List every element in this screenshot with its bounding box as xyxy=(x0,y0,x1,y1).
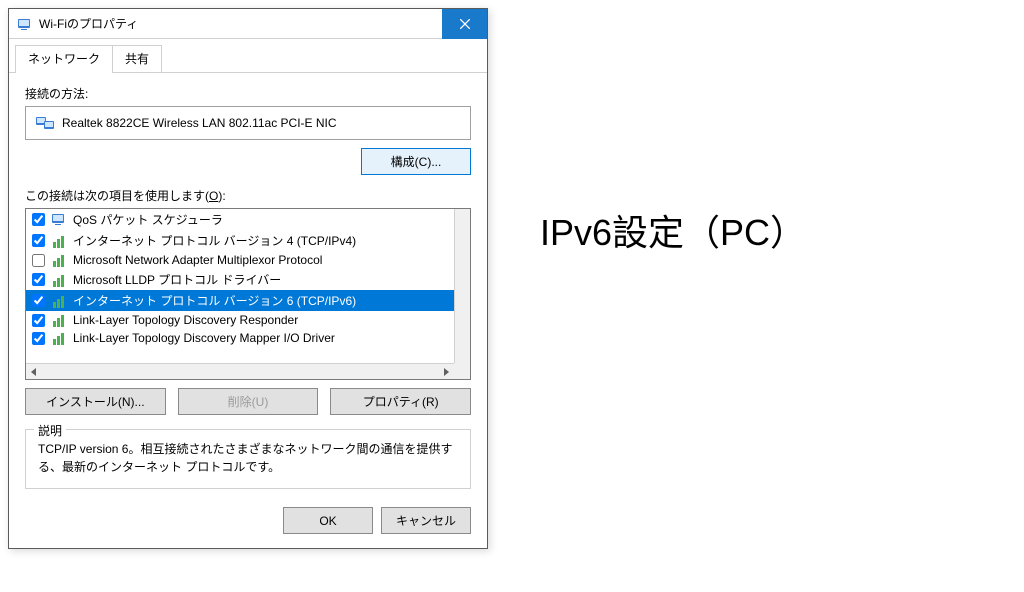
list-item-label: QoS パケット スケジューラ xyxy=(73,211,223,228)
protocol-icon xyxy=(51,313,67,327)
adapter-box: Realtek 8822CE Wireless LAN 802.11ac PCI… xyxy=(25,106,471,140)
connect-method-label: 接続の方法: xyxy=(25,85,471,102)
properties-button[interactable]: プロパティ(R) xyxy=(330,388,471,415)
list-item-checkbox[interactable] xyxy=(32,314,45,327)
list-item[interactable]: Microsoft LLDP プロトコル ドライバー xyxy=(26,269,454,290)
list-item-label: Link-Layer Topology Discovery Responder xyxy=(73,313,298,327)
list-item-checkbox[interactable] xyxy=(32,254,45,267)
list-item[interactable]: インターネット プロトコル バージョン 4 (TCP/IPv4) xyxy=(26,230,454,251)
dialog-body: 接続の方法: Realtek 8822CE Wireless LAN 802.1… xyxy=(9,73,487,548)
install-button[interactable]: インストール(N)... xyxy=(25,388,166,415)
list-item-label: Link-Layer Topology Discovery Mapper I/O… xyxy=(73,331,335,345)
page-title: IPv6設定（PC） xyxy=(540,204,806,256)
description-groupbox: 説明 TCP/IP version 6。相互接続されたさまざまなネットワーク間の… xyxy=(25,429,471,489)
adapter-name: Realtek 8822CE Wireless LAN 802.11ac PCI… xyxy=(62,116,337,130)
list-item[interactable]: Link-Layer Topology Discovery Responder xyxy=(26,311,454,329)
configure-button[interactable]: 構成(C)... xyxy=(361,148,471,175)
list-item-label: Microsoft LLDP プロトコル ドライバー xyxy=(73,271,281,288)
monitor-icon xyxy=(51,213,67,227)
protocol-icon xyxy=(51,294,67,308)
tab-bar: ネットワーク 共有 xyxy=(9,39,487,73)
protocol-icon xyxy=(51,273,67,287)
list-item-checkbox[interactable] xyxy=(32,273,45,286)
close-icon xyxy=(460,19,470,29)
list-item-checkbox[interactable] xyxy=(32,332,45,345)
list-item[interactable]: インターネット プロトコル バージョン 6 (TCP/IPv6) xyxy=(26,290,454,311)
description-text: TCP/IP version 6。相互接続されたさまざまなネットワーク間の通信を… xyxy=(38,440,458,476)
scroll-right-arrow[interactable] xyxy=(438,364,454,380)
network-adapter-icon xyxy=(36,115,54,131)
tab-network[interactable]: ネットワーク xyxy=(15,45,113,72)
tab-sharing[interactable]: 共有 xyxy=(112,45,162,72)
list-item[interactable]: Link-Layer Topology Discovery Mapper I/O… xyxy=(26,329,454,347)
list-item-checkbox[interactable] xyxy=(32,213,45,226)
network-items-listbox[interactable]: QoS パケット スケジューラインターネット プロトコル バージョン 4 (TC… xyxy=(25,208,471,380)
list-item-checkbox[interactable] xyxy=(32,294,45,307)
vertical-scrollbar[interactable] xyxy=(454,209,470,363)
protocol-icon xyxy=(51,253,67,267)
list-item-label: Microsoft Network Adapter Multiplexor Pr… xyxy=(73,253,322,267)
ok-button[interactable]: OK xyxy=(283,507,373,534)
titlebar: Wi-Fiのプロパティ xyxy=(9,9,487,39)
list-item[interactable]: QoS パケット スケジューラ xyxy=(26,209,454,230)
cancel-button[interactable]: キャンセル xyxy=(381,507,471,534)
protocol-icon xyxy=(51,234,67,248)
close-button[interactable] xyxy=(442,9,487,39)
list-item-label: インターネット プロトコル バージョン 6 (TCP/IPv6) xyxy=(73,292,356,309)
items-list-label: この接続は次の項目を使用します(O): xyxy=(25,187,471,204)
titlebar-title: Wi-Fiのプロパティ xyxy=(39,15,442,32)
wifi-properties-dialog: Wi-Fiのプロパティ ネットワーク 共有 接続の方法: Realtek 882… xyxy=(8,8,488,549)
list-item-checkbox[interactable] xyxy=(32,234,45,247)
protocol-icon xyxy=(51,331,67,345)
description-title: 説明 xyxy=(34,422,66,439)
wifi-icon xyxy=(17,16,33,32)
list-item[interactable]: Microsoft Network Adapter Multiplexor Pr… xyxy=(26,251,454,269)
horizontal-scrollbar[interactable] xyxy=(26,363,454,379)
scroll-corner xyxy=(454,363,470,379)
scroll-left-arrow[interactable] xyxy=(26,364,42,380)
uninstall-button[interactable]: 削除(U) xyxy=(178,388,319,415)
list-item-label: インターネット プロトコル バージョン 4 (TCP/IPv4) xyxy=(73,232,356,249)
